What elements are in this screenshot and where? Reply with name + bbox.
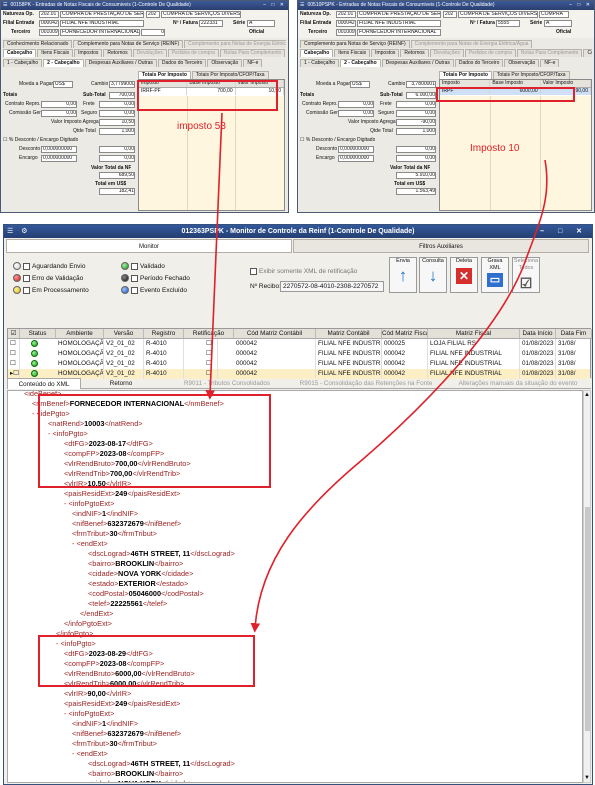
right-arrow <box>250 159 548 633</box>
connector-arrows <box>205 112 548 633</box>
left-arrow <box>205 112 223 400</box>
